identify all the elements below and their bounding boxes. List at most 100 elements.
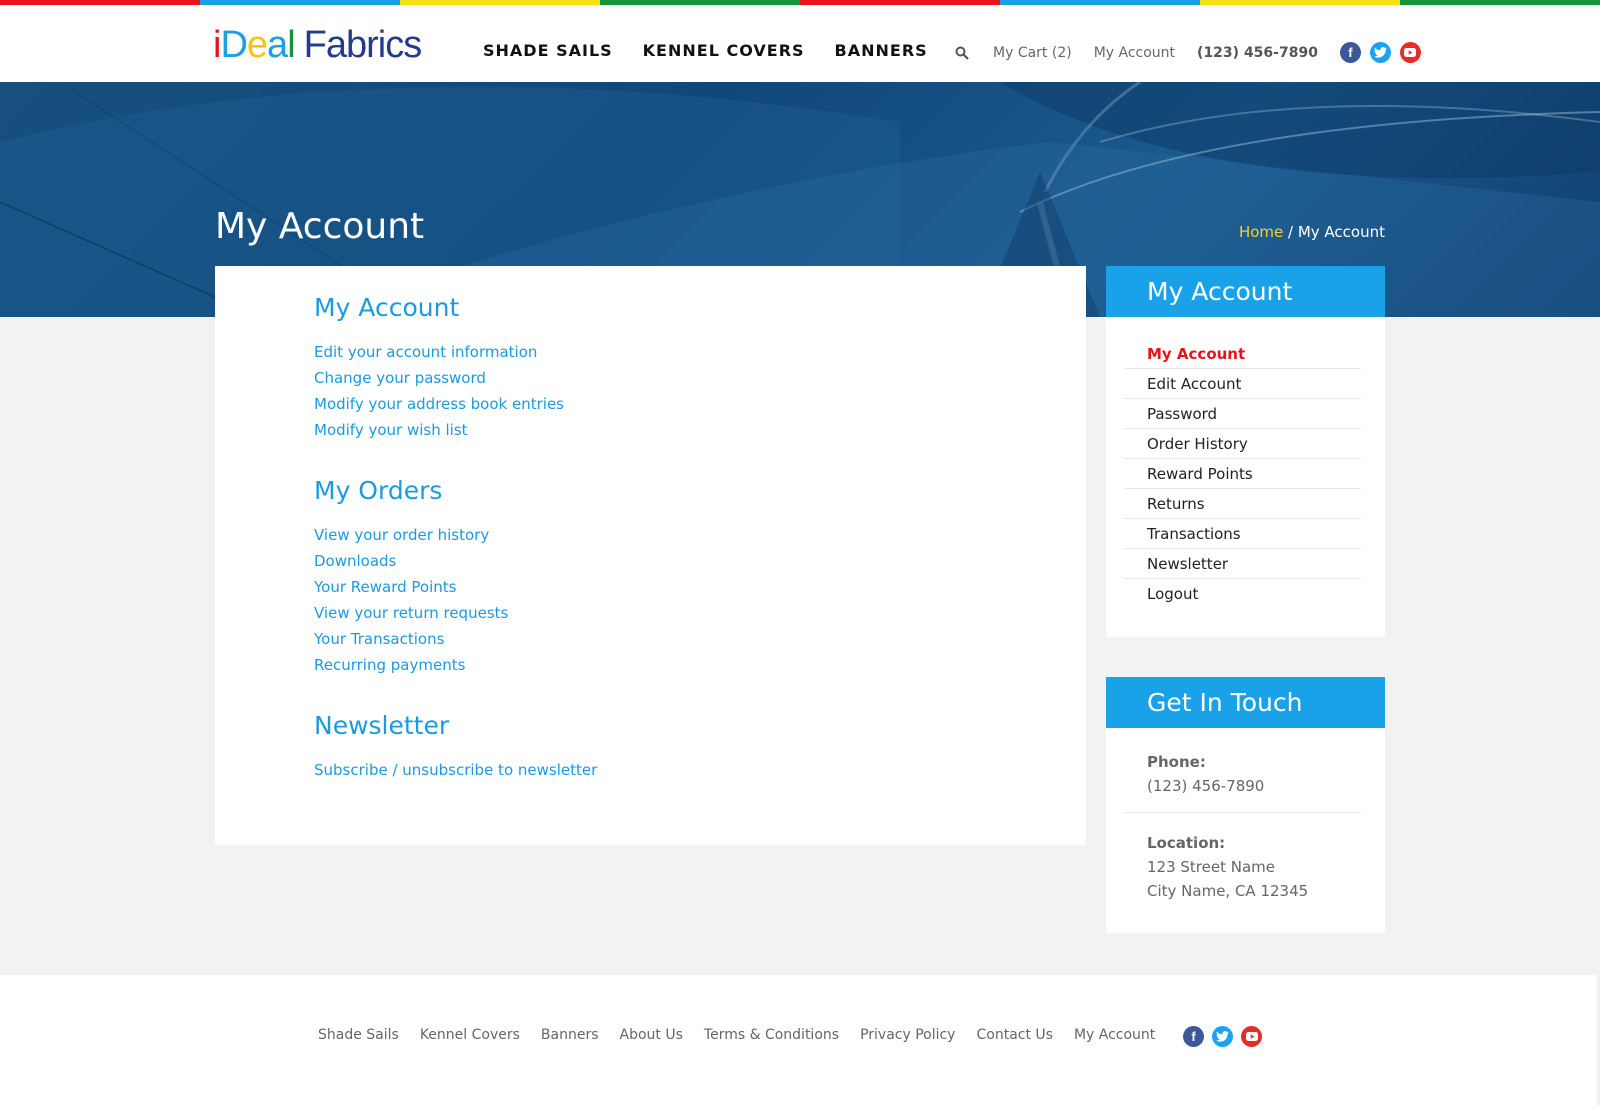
edit-account-info-link[interactable]: Edit your account information (314, 343, 537, 361)
link-list: View your order history Downloads Your R… (314, 525, 508, 681)
page-title: My Account (215, 206, 425, 247)
sidebar-title: My Account (1106, 266, 1385, 317)
sidebar-item-returns: Returns (1124, 489, 1361, 519)
account-content-card: My Account Edit your account information… (215, 266, 1086, 845)
logo-letter: e (246, 24, 268, 66)
my-orders-section: My Orders View your order history Downlo… (314, 476, 508, 681)
footer-link-shade-sails[interactable]: Shade Sails (318, 1027, 399, 1043)
utility-bar: My Cart (2) My Account (123) 456-7890 f (955, 42, 1421, 63)
list-item: View your return requests (314, 603, 508, 629)
sidebar-link[interactable]: Reward Points (1147, 465, 1253, 483)
link-list: Subscribe / unsubscribe to newsletter (314, 760, 597, 786)
newsletter-section: Newsletter Subscribe / unsubscribe to ne… (314, 711, 597, 786)
phone-label: Phone: (1147, 753, 1206, 771)
logo-letter: D (220, 24, 247, 66)
account-link[interactable]: My Account (1094, 45, 1175, 61)
downloads-link[interactable]: Downloads (314, 552, 396, 570)
sidebar-link[interactable]: Edit Account (1147, 375, 1241, 393)
sidebar-item-order-history: Order History (1124, 429, 1361, 459)
list-item: View your order history (314, 525, 508, 551)
wish-list-link[interactable]: Modify your wish list (314, 421, 468, 439)
sidebar-link[interactable]: Password (1147, 405, 1217, 423)
sidebar-item-transactions: Transactions (1124, 519, 1361, 549)
footer-nav: Shade Sails Kennel Covers Banners About … (318, 1027, 1155, 1043)
contact-phone-block: Phone: (123) 456-7890 (1124, 750, 1361, 813)
search-icon[interactable] (955, 46, 969, 60)
sidebar-link[interactable]: Logout (1147, 585, 1198, 603)
twitter-icon[interactable] (1369, 42, 1391, 63)
main-nav: SHADE SAILS KENNEL COVERS BANNERS (483, 41, 928, 60)
youtube-icon[interactable] (1399, 42, 1421, 63)
twitter-icon[interactable] (1212, 1026, 1233, 1047)
header-social: f (1339, 42, 1421, 63)
list-item: Change your password (314, 368, 564, 394)
list-item: Your Reward Points (314, 577, 508, 603)
newsletter-subscribe-link[interactable]: Subscribe / unsubscribe to newsletter (314, 761, 597, 779)
list-item: Recurring payments (314, 655, 508, 681)
location-line-2: City Name, CA 12345 (1147, 882, 1309, 900)
sidebar-link[interactable]: Returns (1147, 495, 1205, 513)
sidebar-menu: My Account Edit Account Password Order H… (1106, 317, 1385, 637)
site-logo[interactable]: i De a l Fabrics (213, 23, 423, 67)
list-item: Your Transactions (314, 629, 508, 655)
logo-letter: i (213, 24, 222, 66)
header-phone: (123) 456-7890 (1197, 44, 1318, 61)
location-line-1: 123 Street Name (1147, 858, 1275, 876)
sidebar-item-logout: Logout (1124, 579, 1361, 609)
logo-letter: a (267, 24, 288, 66)
footer-link-kennel-covers[interactable]: Kennel Covers (420, 1027, 520, 1043)
section-title: My Account (314, 293, 460, 322)
phone-value: (123) 456-7890 (1147, 777, 1265, 795)
site-footer: Shade Sails Kennel Covers Banners About … (0, 975, 1597, 1105)
link-list: Edit your account information Change you… (314, 342, 564, 446)
nav-banners[interactable]: BANNERS (835, 41, 928, 60)
footer-link-contact[interactable]: Contact Us (976, 1027, 1052, 1043)
logo-word: Fabrics (303, 24, 423, 66)
reward-points-link[interactable]: Your Reward Points (314, 578, 456, 596)
list-item: Modify your address book entries (314, 394, 564, 420)
nav-kennel-covers[interactable]: KENNEL COVERS (643, 41, 805, 60)
facebook-icon[interactable]: f (1339, 42, 1361, 63)
account-sidebar: My Account My Account Edit Account Passw… (1106, 266, 1385, 637)
youtube-icon[interactable] (1241, 1026, 1262, 1047)
footer-link-about-us[interactable]: About Us (620, 1027, 683, 1043)
logo-letter: l (287, 24, 296, 66)
breadcrumb-current: My Account (1297, 223, 1385, 241)
contact-title: Get In Touch (1106, 677, 1385, 728)
footer-link-privacy[interactable]: Privacy Policy (860, 1027, 955, 1043)
facebook-icon[interactable]: f (1183, 1026, 1204, 1047)
breadcrumb-home-link[interactable]: Home (1239, 223, 1283, 241)
sidebar-item-reward-points: Reward Points (1124, 459, 1361, 489)
sidebar-link[interactable]: Order History (1147, 435, 1248, 453)
section-title: Newsletter (314, 711, 450, 740)
sidebar-item-password: Password (1124, 399, 1361, 429)
transactions-link[interactable]: Your Transactions (314, 630, 444, 648)
footer-social: f (1183, 1026, 1262, 1047)
contact-body: Phone: (123) 456-7890 Location: 123 Stre… (1106, 728, 1385, 933)
sidebar-item-edit-account: Edit Account (1124, 369, 1361, 399)
my-account-section: My Account Edit your account information… (314, 293, 564, 446)
recurring-payments-link[interactable]: Recurring payments (314, 656, 465, 674)
sidebar-link[interactable]: Newsletter (1147, 555, 1228, 573)
change-password-link[interactable]: Change your password (314, 369, 486, 387)
list-item: Downloads (314, 551, 508, 577)
contact-sidebar: Get In Touch Phone: (123) 456-7890 Locat… (1106, 677, 1385, 933)
breadcrumb-separator: / (1283, 223, 1298, 241)
footer-link-terms[interactable]: Terms & Conditions (704, 1027, 839, 1043)
footer-link-banners[interactable]: Banners (541, 1027, 599, 1043)
footer-link-my-account[interactable]: My Account (1074, 1027, 1155, 1043)
sidebar-item-newsletter: Newsletter (1124, 549, 1361, 579)
sidebar-link[interactable]: My Account (1147, 345, 1245, 363)
breadcrumb: Home / My Account (1239, 223, 1385, 241)
list-item: Modify your wish list (314, 420, 564, 446)
location-label: Location: (1147, 834, 1226, 852)
address-book-link[interactable]: Modify your address book entries (314, 395, 564, 413)
sidebar-link[interactable]: Transactions (1147, 525, 1241, 543)
cart-link[interactable]: My Cart (2) (993, 45, 1072, 61)
return-requests-link[interactable]: View your return requests (314, 604, 508, 622)
order-history-link[interactable]: View your order history (314, 526, 489, 544)
contact-location-block: Location: 123 Street Name City Name, CA … (1124, 831, 1361, 903)
nav-shade-sails[interactable]: SHADE SAILS (483, 41, 613, 60)
site-header: i De a l Fabrics SHADE SAILS KENNEL COVERS B… (0, 5, 1600, 82)
section-title: My Orders (314, 476, 443, 505)
